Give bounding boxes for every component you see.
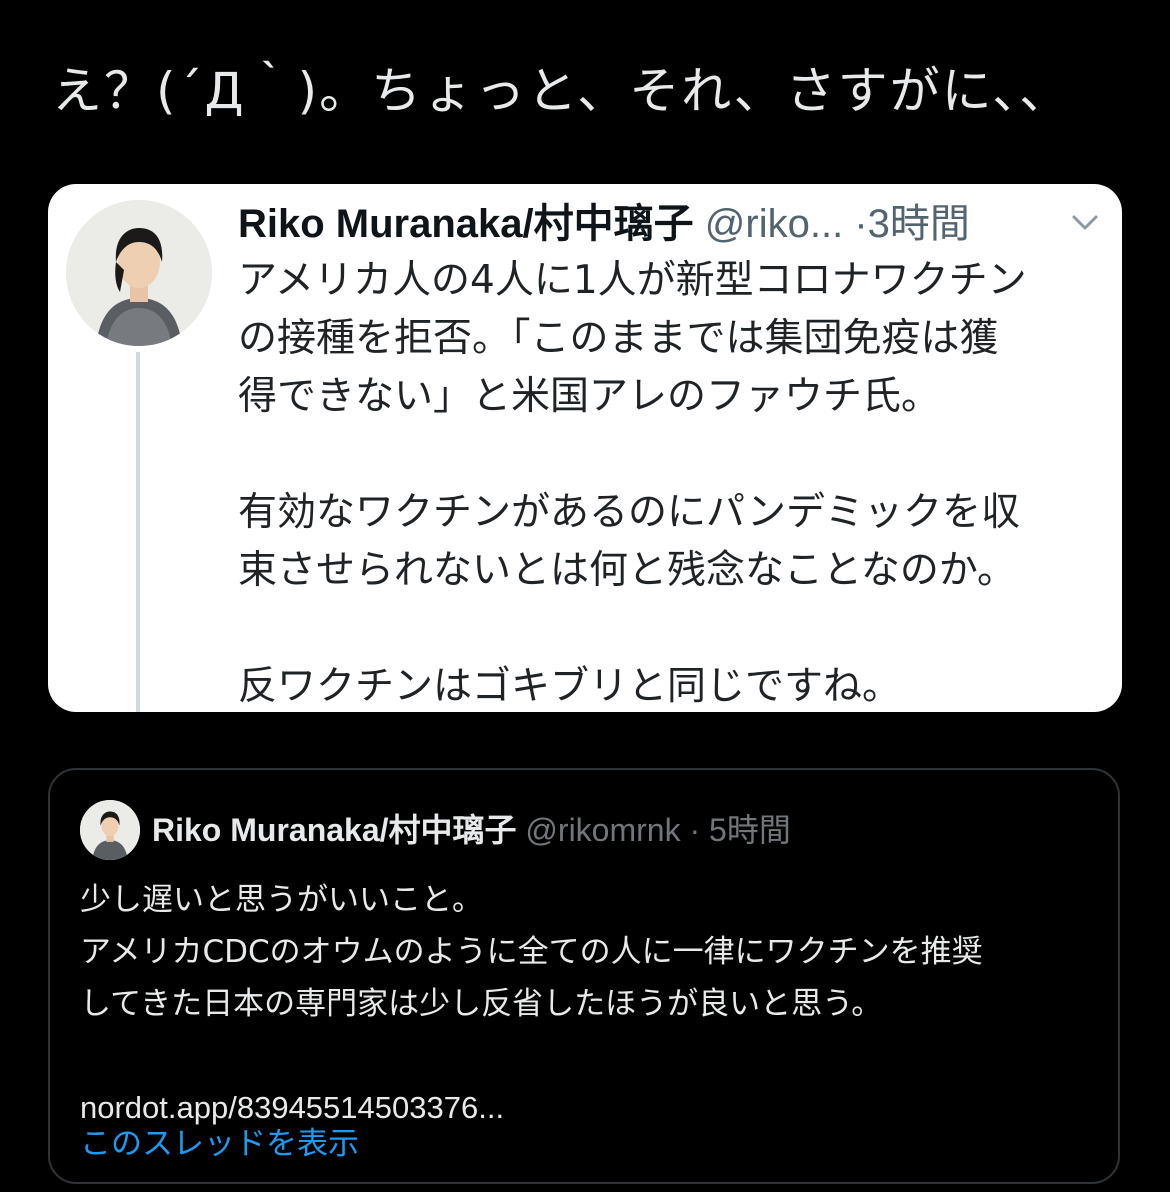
timestamp: 3時間 [867,202,970,246]
avatar-photo [80,800,140,860]
image-tweet-body: アメリカ人の4人に1人が新型コロナワクチン の接種を拒否。「このままでは集団免疫… [238,252,1112,716]
body-line: の接種を拒否。「このままでは集団免疫は獲 [238,316,999,361]
body-line: 有効なワクチンがあるのにパンデミックを収 [238,490,1020,535]
quote-timestamp[interactable]: 5時間 [709,812,791,848]
chevron-down-icon[interactable] [1068,206,1102,240]
avatar-photo [66,200,212,346]
quote-avatar[interactable] [80,800,140,860]
body-line: 少し遅いと思うがいいこと。 [80,882,483,918]
quote-tweet-body: 少し遅いと思うがいいこと。 アメリカCDCのオウムのように全ての人に一律にワクチ… [80,874,1100,1134]
body-line: アメリカ人の4人に1人が新型コロナワクチン [238,258,1027,303]
separator-dot: · [689,812,701,848]
author-handle: @riko... [704,202,844,246]
body-line: 反ワクチンはゴキブリと同じですね。 [238,664,902,709]
tweet-text: え？(´Д｀)。ちょっと、それ、さすがに、、 [52,62,1072,120]
thread-line [136,352,140,712]
quote-tweet-header: Riko Muranaka/村中璃子 @rikomrnk · 5時間 [152,806,1092,854]
quote-author-name[interactable]: Riko Muranaka/村中璃子 [152,812,517,848]
body-line: 束させられないとは何と残念なことなのか。 [238,548,1017,593]
body-line: 得できない」と米国アレのファウチ氏。 [238,374,941,419]
show-thread-link[interactable]: このスレッドを表示 [80,1120,359,1168]
avatar[interactable] [66,200,212,346]
body-line: してきた日本の専門家は少し反省したほうが良いと思う。 [80,986,883,1022]
author-name: Riko Muranaka/村中璃子 [238,202,694,246]
image-tweet-header: Riko Muranaka/村中璃子 @riko... ·3時間 [238,196,1108,252]
separator-dot: · [854,202,868,246]
body-line: アメリカCDCのオウムのように全ての人に一律にワクチンを推奨 [80,934,983,970]
quote-author-handle: @rikomrnk [525,812,681,848]
